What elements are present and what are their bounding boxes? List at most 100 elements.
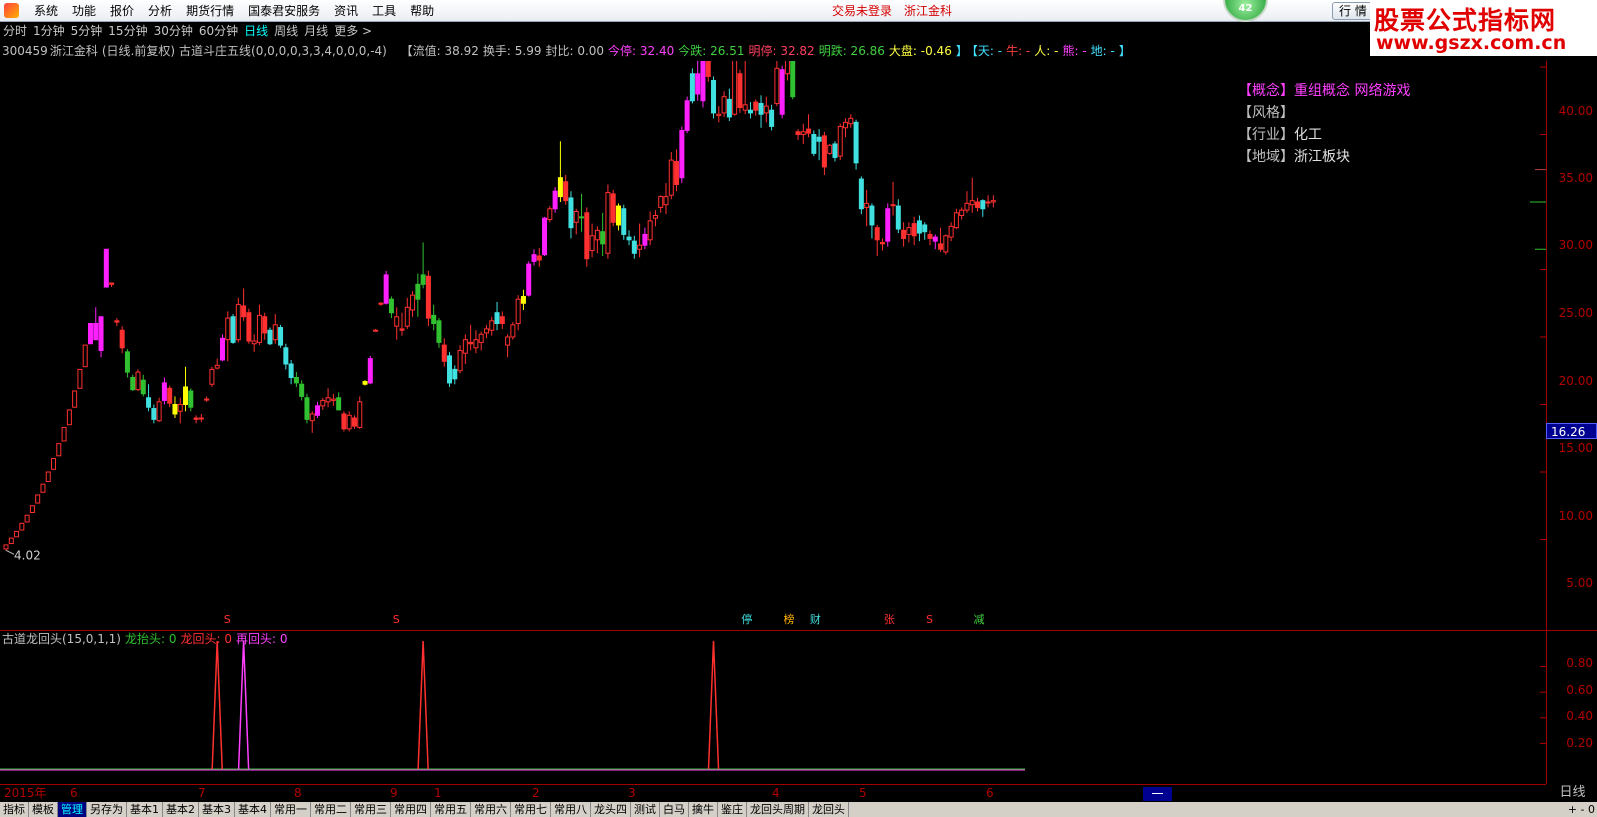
candle-body [816, 136, 822, 142]
candle-body [330, 398, 336, 401]
candle-body [489, 320, 495, 331]
menu-tools[interactable]: 工具 [365, 0, 403, 22]
login-status[interactable]: 交易未登录 [832, 0, 892, 22]
date-axis[interactable]: 2015年 6 7 8 9 1 2 3 4 5 6 一 [0, 784, 1546, 802]
period-more[interactable]: 更多 > [331, 22, 375, 41]
period-1min[interactable]: 1分钟 [30, 22, 68, 41]
tab-common-3[interactable]: 常用三 [351, 802, 391, 817]
stock-name: 浙江金科 [49, 44, 98, 58]
tab-leader-4[interactable]: 龙头四 [591, 802, 631, 817]
seal-ratio: 封比: 0.00 [545, 44, 605, 58]
menu-futures[interactable]: 期货行情 [179, 0, 241, 22]
candle-body [626, 236, 632, 241]
candle-body [161, 382, 167, 401]
scroll-thumb[interactable]: 一 [1143, 787, 1172, 801]
candle-body [747, 109, 753, 114]
candle-body [980, 200, 986, 210]
candle-body [927, 233, 933, 239]
signal-marker: 停 [741, 612, 752, 626]
menu-help[interactable]: 帮助 [403, 0, 441, 22]
menu-items: 系统 功能 报价 分析 期货行情 国泰君安服务 资讯 工具 帮助 [27, 0, 441, 22]
tab-test[interactable]: 测试 [631, 802, 660, 817]
industry-value[interactable]: 化工 [1294, 127, 1322, 143]
period-intraday[interactable]: 分时 [0, 22, 30, 41]
candle-body [721, 96, 727, 114]
tab-common-7[interactable]: 常用七 [511, 802, 551, 817]
notification-badge[interactable]: 42 [1223, 0, 1268, 22]
main-indicator-name[interactable]: 古道斗庄五线(0,0,0,0,3,3,4,0,0,0,-4) [179, 44, 387, 58]
candle-body [135, 371, 141, 391]
industry-key: 【行业】 [1238, 127, 1294, 143]
period-15min[interactable]: 15分钟 [105, 22, 150, 41]
candle-body [246, 312, 252, 342]
tab-common-2[interactable]: 常用二 [311, 802, 351, 817]
candle-body [589, 235, 595, 252]
candle-body [652, 215, 658, 219]
indicator-name[interactable]: 古道龙回头(15,0,1,1) [2, 632, 121, 646]
tab-white-horse[interactable]: 白马 [660, 802, 689, 817]
tab-common-6[interactable]: 常用六 [471, 802, 511, 817]
tab-basic-3[interactable]: 基本3 [199, 802, 235, 817]
info-end-bracket: 】 [1118, 44, 1131, 58]
indicator-tick: 0.20 [1566, 736, 1593, 750]
indicator-peak [211, 640, 223, 770]
tab-identify-dealer[interactable]: 鉴庄 [718, 802, 747, 817]
candle-body [425, 275, 431, 319]
menu-news[interactable]: 资讯 [327, 0, 365, 22]
tab-common-4[interactable]: 常用四 [391, 802, 431, 817]
candle-body [700, 61, 706, 102]
candle-body [990, 200, 996, 203]
title-stock-name: 浙江金科 [904, 4, 953, 18]
period-weekly[interactable]: 周线 [271, 22, 301, 41]
tab-common-8[interactable]: 常用八 [551, 802, 591, 817]
menu-system[interactable]: 系统 [27, 0, 65, 22]
candle-body [457, 350, 463, 372]
candle-body [853, 121, 859, 164]
candle-body [183, 386, 189, 406]
date-label: 2015年 [4, 786, 47, 800]
period-monthly[interactable]: 月线 [301, 22, 331, 41]
tab-basic-1[interactable]: 基本1 [127, 802, 163, 817]
concept-value[interactable]: 重组概念 网络游戏 [1294, 83, 1410, 99]
current-price-tag: 16.26 [1546, 423, 1597, 439]
candle-body [901, 229, 907, 239]
menu-broker-service[interactable]: 国泰君安服务 [241, 0, 327, 22]
candle-body [938, 243, 944, 250]
tab-template[interactable]: 模板 [29, 802, 58, 817]
candle-body [130, 377, 136, 391]
tab-manage[interactable]: 管理 [58, 802, 87, 817]
candle-body [520, 296, 526, 304]
tab-save-as[interactable]: 另存为 [87, 802, 127, 817]
tab-indicator[interactable]: 指标 [0, 802, 29, 817]
candle-body [40, 483, 46, 493]
tab-common-1[interactable]: 常用一 [271, 802, 311, 817]
tab-basic-2[interactable]: 基本2 [163, 802, 199, 817]
menu-function[interactable]: 功能 [65, 0, 103, 22]
style-key: 【风格】 [1238, 105, 1294, 121]
tab-dragon-return-cycle[interactable]: 龙回头周期 [747, 802, 809, 817]
signal-marker: 榜 [783, 612, 794, 626]
region-value[interactable]: 浙江板块 [1294, 149, 1350, 165]
candle-body [779, 69, 785, 115]
indicator-chart[interactable] [0, 631, 1546, 784]
period-5min[interactable]: 5分钟 [68, 22, 106, 41]
period-60min[interactable]: 60分钟 [196, 22, 241, 41]
candle-body [420, 274, 426, 285]
tab-catch-bull[interactable]: 擒牛 [689, 802, 718, 817]
menu-analysis[interactable]: 分析 [141, 0, 179, 22]
tab-dragon-return[interactable]: 龙回头 [809, 802, 849, 817]
period-30min[interactable]: 30分钟 [151, 22, 196, 41]
date-label: 8 [294, 786, 302, 800]
candle-body [911, 223, 917, 237]
candle-body [705, 61, 711, 77]
tab-basic-4[interactable]: 基本4 [235, 802, 271, 817]
candle-body [225, 317, 231, 341]
zoom-controls[interactable]: + - 0 [1568, 802, 1595, 817]
tab-common-5[interactable]: 常用五 [431, 802, 471, 817]
candle-body [711, 80, 717, 114]
menu-quote[interactable]: 报价 [103, 0, 141, 22]
candle-body [483, 328, 489, 334]
indicator-peak [417, 640, 429, 770]
period-daily[interactable]: 日线 [241, 22, 271, 41]
candle-body [864, 202, 870, 208]
